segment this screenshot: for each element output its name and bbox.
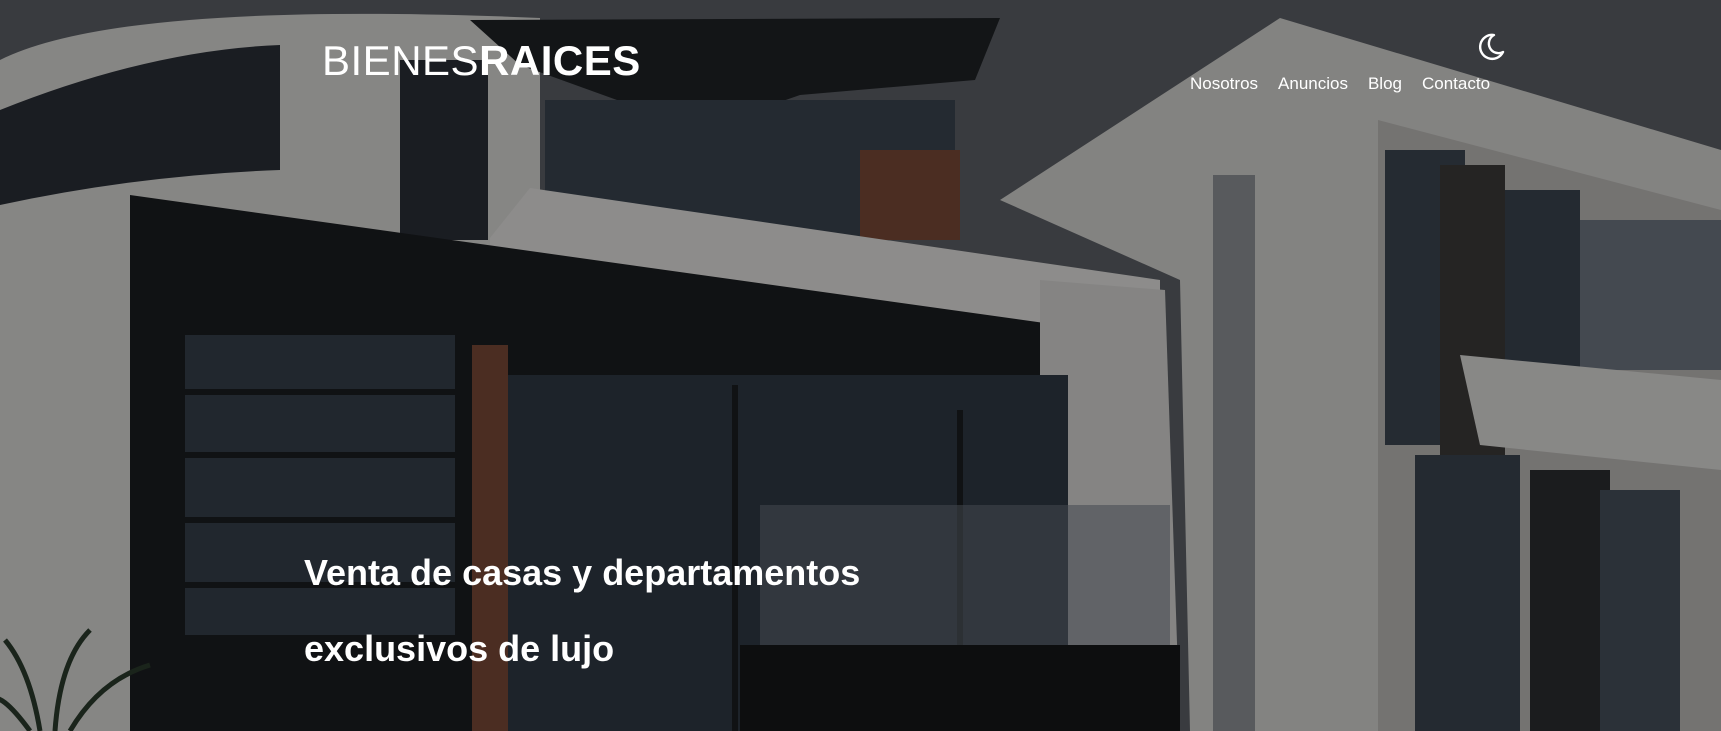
nav-link-contacto[interactable]: Contacto: [1422, 72, 1490, 96]
hero-headline: Venta de casas y departamentos exclusivo…: [304, 552, 861, 669]
nav-link-nosotros[interactable]: Nosotros: [1190, 72, 1258, 96]
nav-link-anuncios[interactable]: Anuncios: [1278, 72, 1348, 96]
dark-mode-toggle-button[interactable]: [1474, 30, 1508, 64]
site-logo[interactable]: BIENESRAICES: [322, 38, 641, 84]
hero-section: BIENESRAICES Nosotros Anuncios Blog Cont…: [0, 0, 1721, 731]
moon-icon: [1479, 33, 1505, 61]
logo-text-light: BIENES: [322, 37, 480, 84]
main-navigation: Nosotros Anuncios Blog Contacto: [1190, 72, 1490, 96]
nav-link-blog[interactable]: Blog: [1368, 72, 1402, 96]
logo-text-bold: RAICES: [479, 37, 641, 84]
